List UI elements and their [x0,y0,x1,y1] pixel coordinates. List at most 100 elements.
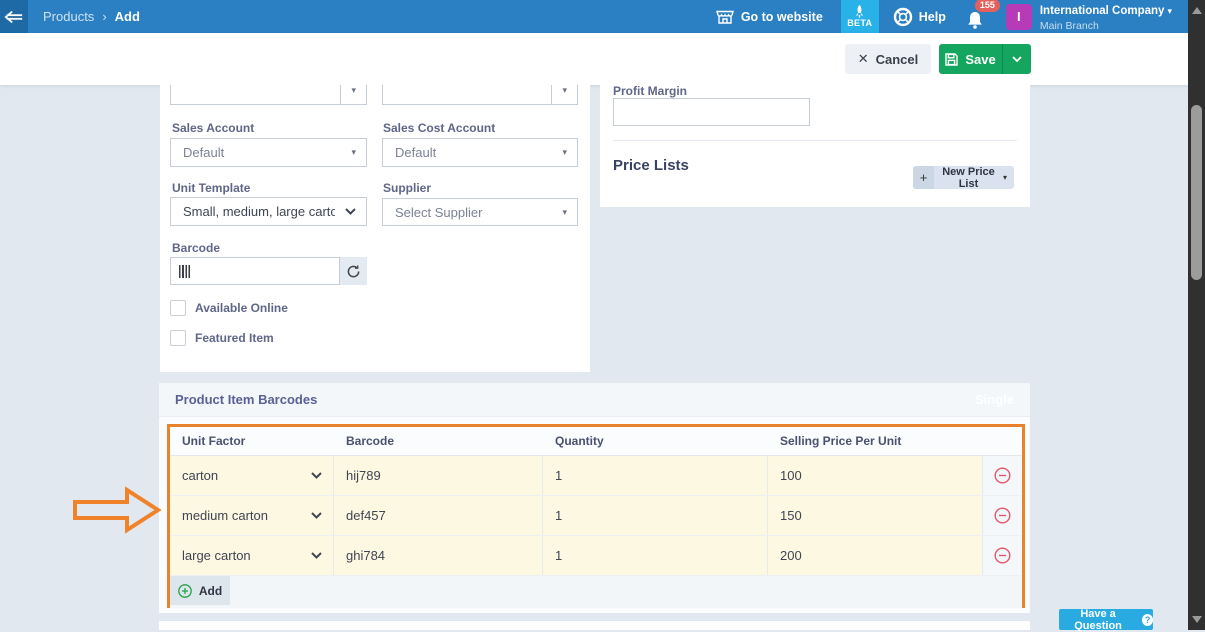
selling-price-cell-input[interactable]: 100 [768,456,983,495]
account-labels: International Company▾ Main Branch [1040,0,1172,33]
branch-name: Main Branch [1040,20,1172,33]
featured-item-checkbox[interactable] [170,330,186,346]
barcodes-table: Unit Factor Barcode Quantity Selling Pri… [170,427,1022,608]
minus-circle-icon [994,507,1011,524]
quantity-cell-input[interactable]: 1 [543,456,768,495]
topbar-right: Go to website BETA [716,0,1188,33]
notifications-count-badge: 155 [975,0,1000,12]
go-to-website-button[interactable]: Go to website [716,10,823,24]
back-button[interactable] [0,0,28,33]
help-button[interactable]: Help [893,7,946,27]
clipped-select-right[interactable]: ▾ [382,85,578,105]
rocket-icon [854,5,865,18]
back-arrow-icon [4,10,24,24]
scrollbar-up-arrow[interactable] [1192,7,1202,14]
unit-factor-select[interactable]: medium carton [170,496,334,535]
table-row: carton hij789 1 100 [170,456,1022,496]
topbar: Products › Add Go to website [0,0,1188,33]
chevron-down-icon [335,208,366,215]
add-row-button[interactable]: Add [170,576,230,605]
chevron-down-icon [1012,56,1022,62]
remove-row-button[interactable] [983,496,1022,535]
barcode-icon [179,265,192,278]
page-scrollbar[interactable] [1188,0,1205,630]
unit-template-select[interactable]: Small, medium, large carton [170,197,367,226]
unit-template-label: Unit Template [172,181,250,195]
cancel-button[interactable]: ✕ Cancel [845,44,931,74]
sales-account-select[interactable]: Default ▾ [170,138,367,167]
save-label: Save [965,52,995,67]
supplier-select[interactable]: Select Supplier ▾ [382,198,578,226]
action-bar: ✕ Cancel Save [0,33,1188,85]
new-price-list-button[interactable]: + New Price List ▾ [913,166,1014,189]
breadcrumb-separator: › [102,9,106,24]
barcodes-table-header: Unit Factor Barcode Quantity Selling Pri… [170,427,1022,456]
add-label: Add [199,584,222,598]
featured-item-row: Featured Item [170,330,274,346]
unit-factor-value: carton [182,468,218,483]
breadcrumb: Products › Add [43,9,140,24]
bell-icon [966,11,984,30]
barcode-cell-input[interactable]: hij789 [334,456,543,495]
unit-template-value: Small, medium, large carton [171,204,335,219]
save-button[interactable]: Save [939,44,1002,74]
refresh-icon [347,265,360,278]
selling-price-cell-input[interactable]: 200 [768,536,983,575]
scrollbar-down-arrow[interactable] [1192,616,1202,623]
account-caret-icon: ▾ [1167,6,1172,16]
have-a-question-label: Have a Question [1059,608,1137,632]
unit-factor-select[interactable]: carton [170,456,334,495]
unit-factor-value: large carton [182,548,251,563]
minus-circle-icon [994,547,1011,564]
column-header-unit-factor: Unit Factor [170,427,334,455]
have-a-question-button[interactable]: Have a Question ? [1059,609,1153,630]
chevron-down-icon [311,512,322,519]
plus-icon: + [913,166,934,189]
clipped-select-left[interactable]: ▾ [170,85,367,105]
save-options-button[interactable] [1002,44,1031,74]
product-item-barcodes-card: Product Item Barcodes Single Unit Factor… [159,383,1030,613]
selling-price-cell-input[interactable]: 150 [768,496,983,535]
scrollbar-thumb[interactable] [1191,105,1202,280]
dropdown-arrow-icon: ▾ [552,207,577,218]
beta-label: BETA [847,18,872,28]
remove-row-button[interactable] [983,456,1022,495]
dropdown-arrow-icon: ▾ [341,147,366,158]
featured-item-label: Featured Item [195,331,274,345]
go-to-website-label: Go to website [741,10,823,24]
company-avatar: I [1006,4,1032,30]
notifications-button[interactable]: 155 [966,3,984,30]
breadcrumb-add: Add [115,9,140,24]
breadcrumb-products[interactable]: Products [43,9,94,24]
column-header-selling-price: Selling Price Per Unit [768,427,983,455]
column-header-barcode: Barcode [334,427,543,455]
quantity-cell-input[interactable]: 1 [543,536,768,575]
dropdown-arrow-icon: ▾ [1003,173,1014,182]
barcode-cell-input[interactable]: def457 [334,496,543,535]
chevron-down-icon [311,472,322,479]
generate-barcode-button[interactable] [340,257,367,285]
available-online-checkbox[interactable] [170,300,186,316]
sales-cost-account-select[interactable]: Default ▾ [382,138,578,167]
beta-badge[interactable]: BETA [841,0,879,33]
dropdown-arrow-icon: ▾ [341,85,366,96]
remove-row-button[interactable] [983,536,1022,575]
sales-cost-account-label: Sales Cost Account [383,121,495,135]
sales-cost-account-value: Default [383,145,552,160]
barcode-input[interactable] [170,257,340,285]
barcode-cell-input[interactable]: ghi784 [334,536,543,575]
new-price-list-label: New Price List [934,166,1003,190]
profit-margin-label: Profit Margin [613,84,687,98]
price-lists-title: Price Lists [613,157,689,174]
account-menu[interactable]: I International Company▾ Main Branch [1006,0,1172,33]
column-header-actions [983,427,1022,455]
add-row: Add [170,576,1022,608]
dropdown-arrow-icon: ▾ [552,85,577,96]
unit-factor-select[interactable]: large carton [170,536,334,575]
next-section-card [159,621,1030,630]
mode-toggle-single[interactable]: Single [975,392,1014,407]
profit-margin-input[interactable] [613,98,810,126]
sales-account-label: Sales Account [172,121,254,135]
quantity-cell-input[interactable]: 1 [543,496,768,535]
help-label: Help [919,10,946,24]
